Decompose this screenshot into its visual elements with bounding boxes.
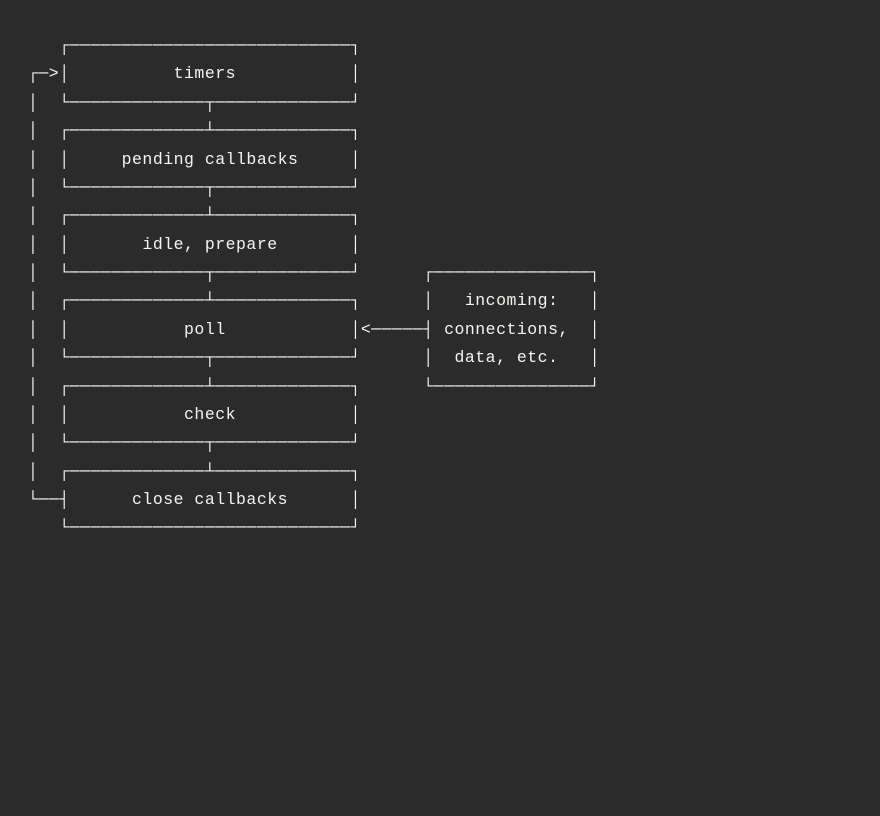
event-loop-diagram: ┌───────────────────────────┐ ┌─>│ timer… <box>0 0 880 575</box>
diagram-body: ┌───────────────────────────┐ ┌─>│ timer… <box>28 36 600 537</box>
